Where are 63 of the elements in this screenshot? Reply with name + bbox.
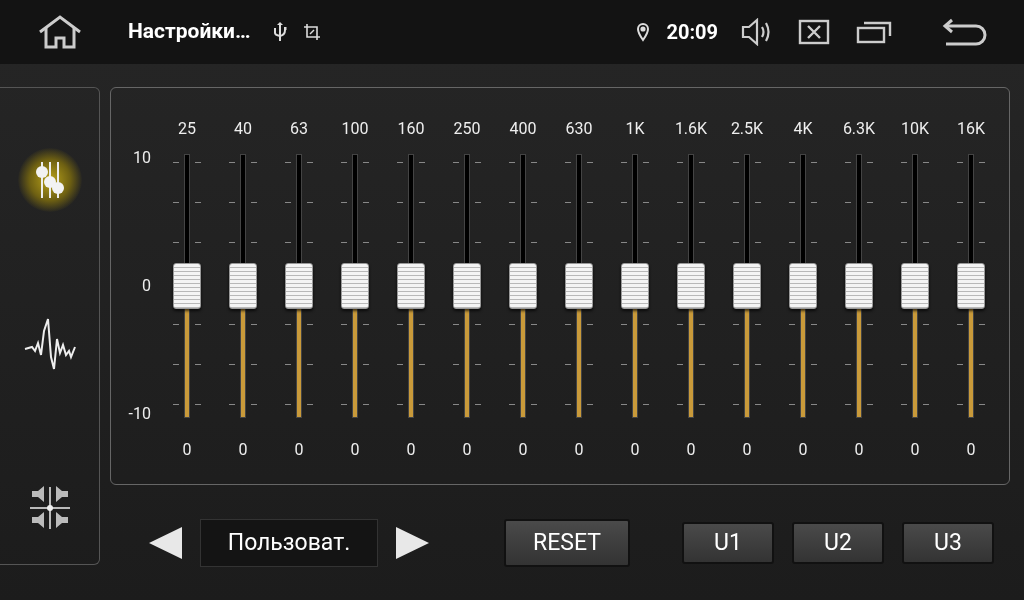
slider-thumb[interactable] <box>677 263 705 309</box>
recent-apps-icon[interactable] <box>856 20 892 44</box>
slider-thumb[interactable] <box>397 263 425 309</box>
band-value: 0 <box>910 439 920 461</box>
screenshot-icon <box>302 23 321 41</box>
band-value: 0 <box>854 439 864 461</box>
user-preset-button[interactable]: U2 <box>792 522 884 564</box>
band-label: 2.5K <box>730 118 764 140</box>
slider-thumb[interactable] <box>789 263 817 309</box>
slider-thumb[interactable] <box>285 263 313 309</box>
slider-thumb[interactable] <box>453 263 481 309</box>
band-value: 0 <box>574 439 584 461</box>
band-label: 25 <box>178 118 196 140</box>
band-label: 4K <box>793 118 813 140</box>
close-icon[interactable] <box>798 19 830 45</box>
band-label: 250 <box>453 118 481 140</box>
band-value: 0 <box>966 439 976 461</box>
band-label: 400 <box>509 118 537 140</box>
back-icon[interactable] <box>942 18 988 46</box>
screen-title: Настройки… <box>128 18 251 46</box>
band-label: 160 <box>397 118 425 140</box>
band-value: 0 <box>350 439 360 461</box>
slider-thumb[interactable] <box>621 263 649 309</box>
band-value: 0 <box>742 439 752 461</box>
slider-thumb[interactable] <box>341 263 369 309</box>
band-label: 16K <box>957 118 985 140</box>
band-value: 0 <box>686 439 696 461</box>
band-value: 0 <box>798 439 808 461</box>
band-value: 0 <box>294 439 304 461</box>
band-value: 0 <box>182 439 192 461</box>
usb-icon <box>272 22 287 42</box>
band-label: 63 <box>290 118 308 140</box>
band-value: 0 <box>406 439 416 461</box>
slider-thumb[interactable] <box>901 263 929 309</box>
band-label: 1.6K <box>674 118 708 140</box>
band-label: 6.3K <box>842 118 876 140</box>
slider-thumb[interactable] <box>733 263 761 309</box>
slider-thumb[interactable] <box>957 263 985 309</box>
user-preset-button[interactable]: U1 <box>682 522 774 564</box>
scale-label: -10 <box>128 406 151 422</box>
user-preset-button[interactable]: U3 <box>902 522 994 564</box>
band-label: 10K <box>901 118 929 140</box>
band-value: 0 <box>238 439 248 461</box>
slider-thumb[interactable] <box>229 263 257 309</box>
band-label: 1K <box>625 118 645 140</box>
next-arrow-icon[interactable] <box>394 525 430 561</box>
location-icon <box>636 22 651 42</box>
band-label: 630 <box>565 118 593 140</box>
preset-name-field: Пользоват. <box>200 519 378 567</box>
scale-label: 10 <box>133 150 151 166</box>
band-value: 0 <box>630 439 640 461</box>
band-value: 0 <box>462 439 472 461</box>
slider-thumb[interactable] <box>173 263 201 309</box>
slider-thumb[interactable] <box>845 263 873 309</box>
clock-time: 20:09 <box>666 19 718 46</box>
slider-thumb[interactable] <box>509 263 537 309</box>
band-label: 100 <box>341 118 369 140</box>
scale-label: 0 <box>142 278 151 294</box>
band-value: 0 <box>518 439 528 461</box>
previous-arrow-icon[interactable] <box>148 525 184 561</box>
slider-thumb[interactable] <box>565 263 593 309</box>
band-label: 40 <box>234 118 252 140</box>
reset-button[interactable]: RESET <box>504 519 630 567</box>
